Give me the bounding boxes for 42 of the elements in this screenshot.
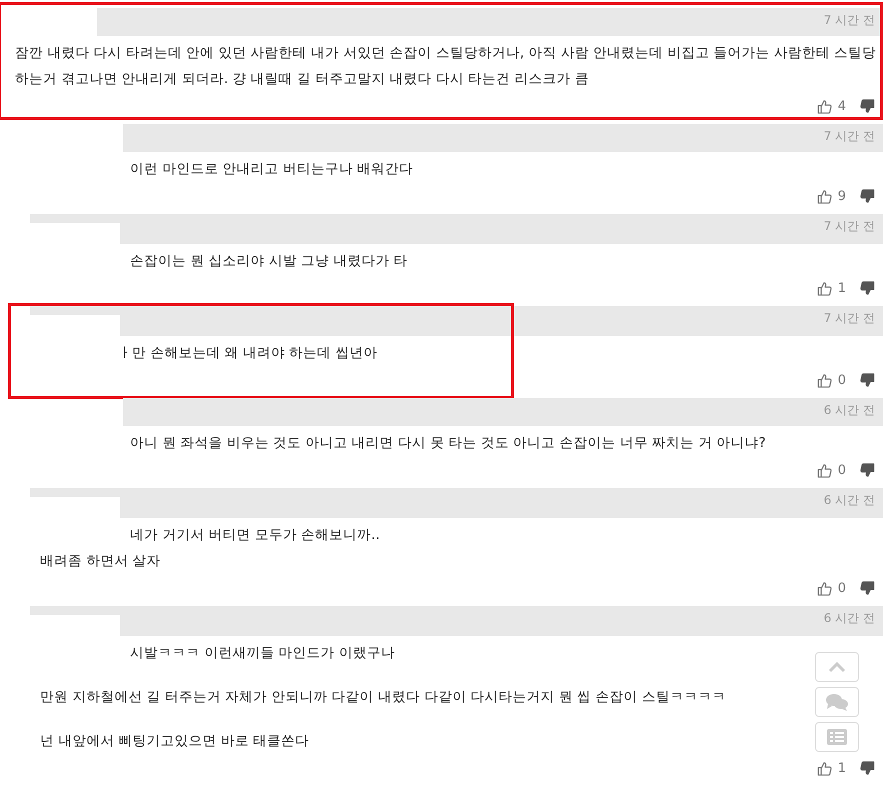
comment-text: 잠깐 내렸다 다시 타려는데 안에 있던 사람한테 내가 서있던 손잡이 스틸당하거나, 아직 사람 안내렸는데 비집고 들어가는 사람한테 스틸당: [15, 44, 876, 63]
comment-time: 7 시간 전: [824, 128, 876, 145]
comment-text: ㅏ만 손해보는데 왜 내려야 하는데 씹년아: [117, 344, 378, 363]
comment-text: 네가 거기서 버티면 모두가 손해보니까..: [129, 526, 380, 545]
thumbs-up-icon[interactable]: [816, 98, 832, 114]
thumbs-down-icon[interactable]: [860, 372, 875, 388]
comment-time: 7 시간 전: [824, 12, 876, 29]
like-count: 0: [838, 462, 846, 478]
thumbs-down-icon[interactable]: [860, 462, 875, 478]
comment-time: 6 시간 전: [824, 492, 876, 509]
comment-text: 시발ㅋㅋㅋ 이런새끼들 마인드가 이랬구나: [129, 644, 395, 663]
list-icon: [827, 729, 847, 745]
comment-time: 7 시간 전: [824, 218, 876, 235]
comment-text: 넌 내앞에서 삐팅기고있으면 바로 태클쏜다: [40, 732, 310, 751]
like-count: 1: [838, 280, 846, 296]
like-count: 4: [838, 98, 846, 114]
thumbs-down-icon[interactable]: [860, 580, 875, 596]
comment-time: 6 시간 전: [824, 402, 876, 419]
comment-text: 배려좀 하면서 살자: [40, 552, 161, 571]
comment-text: 만원 지하철에선 길 터주는거 자체가 안되니까 다같이 내렸다 다같이 다시타는거지 뭔 씹 손잡이 스틸ㅋㅋㅋㅋ: [40, 688, 726, 707]
thumbs-up-icon[interactable]: [816, 188, 832, 204]
thumbs-up-icon[interactable]: [816, 760, 832, 776]
comment-text: 하는거 겪고나면 안내리게 되더라. 걍 내릴때 길 터주고말지 내렸다 다시 타는건 리스크가 큼: [15, 70, 589, 89]
chat-bubbles-icon: [825, 692, 849, 712]
comment-time: 6 시간 전: [824, 610, 876, 627]
thumbs-up-icon[interactable]: [816, 462, 832, 478]
thumbs-up-icon[interactable]: [816, 372, 832, 388]
comment-time: 7 시간 전: [824, 310, 876, 327]
like-count: 9: [838, 188, 846, 204]
comment-text: 아니 뭔 좌석을 비우는 것도 아니고 내리면 다시 못 타는 것도 아니고 손잡이는 너무 짜치는 거 아니냐?: [129, 434, 766, 453]
thumbs-up-icon[interactable]: [816, 280, 832, 296]
thumbs-down-icon[interactable]: [860, 188, 875, 204]
like-count: 1: [838, 760, 846, 776]
thumbs-up-icon[interactable]: [816, 580, 832, 596]
thumbs-down-icon[interactable]: [860, 760, 875, 776]
thumbs-down-icon[interactable]: [860, 280, 875, 296]
like-count: 0: [838, 372, 846, 388]
thumbs-down-icon[interactable]: [860, 98, 875, 114]
comment-text: 손잡이는 뭔 십소리야 시발 그냥 내렸다가 타: [129, 252, 408, 271]
chevron-up-icon: [828, 661, 846, 673]
comment-text: 이런 마인드로 안내리고 버티는구나 배워간다: [129, 160, 414, 179]
like-count: 0: [838, 580, 846, 596]
